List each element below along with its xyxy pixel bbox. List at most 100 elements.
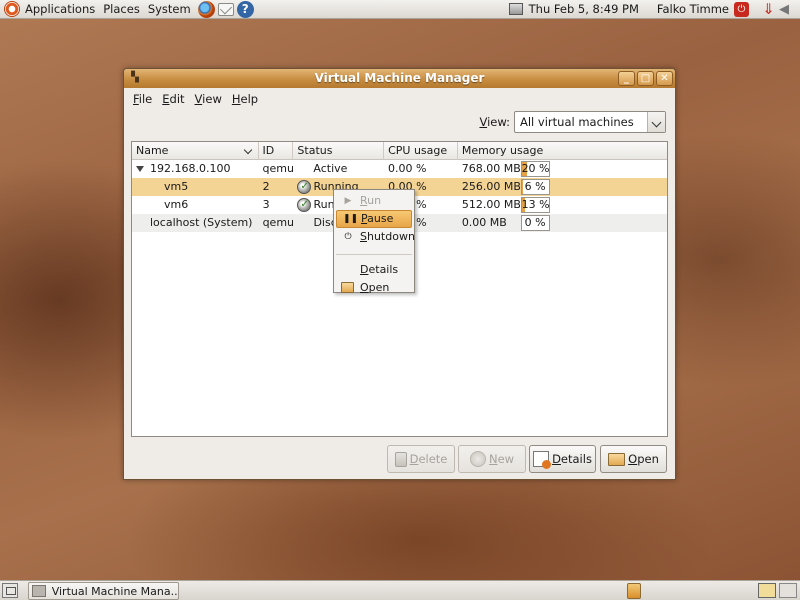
memory-percent: 20 % [521, 162, 550, 175]
context-menu: ▶ Run ❚❚ Pause ⏻ Shutdown Details Open [333, 189, 415, 294]
mail-icon[interactable] [217, 2, 234, 16]
column-memory[interactable]: Memory usage [458, 142, 667, 160]
folder-open-icon [608, 452, 626, 466]
row-cpu: 0.00 % [388, 162, 427, 175]
top-panel: Applications Places System ? Thu Feb 5, … [0, 0, 800, 19]
update-icon[interactable]: ⇓ [761, 1, 776, 17]
power-icon[interactable]: ⏻ [734, 1, 749, 17]
ctx-pause[interactable]: ❚❚ Pause [336, 210, 412, 228]
menu-help[interactable]: Help [227, 92, 263, 106]
open-label: Open [628, 452, 659, 466]
row-status: Active [313, 162, 348, 175]
running-icon [297, 196, 312, 214]
shutdown-icon: ⏻ [344, 232, 352, 242]
system-menu[interactable]: System [147, 2, 198, 16]
details-button[interactable]: Details [529, 445, 596, 473]
ctx-open[interactable]: Open [336, 279, 412, 297]
row-id: qemu [262, 162, 294, 175]
view-select-value: All virtual machines [520, 115, 634, 129]
row-id: qemu [262, 216, 294, 229]
maximize-button[interactable]: □ [637, 71, 654, 86]
expander-icon[interactable] [136, 166, 144, 172]
row-mem-bar-cell: 20 % [520, 160, 667, 178]
folder-open-icon [341, 282, 354, 293]
ctx-details[interactable]: Details [336, 261, 412, 279]
taskbar-vmm-button[interactable]: Virtual Machine Mana... [28, 582, 179, 600]
vmm-app-icon [32, 585, 46, 597]
trash-icon [394, 451, 407, 467]
chevron-down-icon[interactable] [647, 112, 665, 132]
table-header: Name ID Status CPU usage Memory usage [132, 142, 667, 160]
ctx-details-label: Details [360, 263, 399, 276]
volume-icon[interactable]: ◀ [779, 2, 794, 17]
row-name: vm5 [164, 180, 189, 193]
row-id: 2 [262, 180, 270, 193]
bottom-panel: Virtual Machine Mana... [0, 580, 800, 600]
running-icon [297, 178, 312, 196]
memory-bar: 0 % [520, 215, 550, 231]
row-name: localhost (System) [150, 216, 253, 229]
minimize-button[interactable]: _ [618, 71, 635, 86]
details-label: Details [552, 452, 592, 466]
column-status[interactable]: Status [293, 142, 385, 160]
user-name[interactable]: Falko Timme [657, 2, 729, 16]
clock[interactable]: Thu Feb 5, 8:49 PM [529, 2, 639, 16]
pause-icon: ❚❚ [343, 214, 359, 224]
network-icon[interactable] [508, 3, 523, 15]
titlebar[interactable]: ▚ Virtual Machine Manager _ □ ✕ [124, 69, 675, 88]
ctx-run[interactable]: ▶ Run [336, 192, 412, 210]
row-name: 192.168.0.100 [150, 162, 231, 175]
firefox-icon[interactable] [197, 0, 215, 18]
column-id[interactable]: ID [259, 142, 294, 160]
menu-view[interactable]: View [190, 92, 227, 106]
view-select[interactable]: All virtual machines [514, 111, 666, 133]
workspace-2[interactable] [779, 583, 797, 598]
row-mem-bar-cell: 6 % [520, 178, 667, 196]
menu-edit[interactable]: Edit [157, 92, 189, 106]
memory-bar: 6 % [520, 179, 550, 195]
play-icon: ▶ [344, 196, 352, 206]
new-label: New [488, 452, 515, 466]
menubar: File Edit View Help [124, 89, 675, 108]
column-cpu[interactable]: CPU usage [384, 142, 458, 160]
memory-percent: 13 % [521, 198, 550, 211]
memory-percent: 6 % [524, 180, 546, 193]
row-name-cell: 192.168.0.100 [132, 160, 259, 178]
help-icon[interactable]: ? [236, 0, 254, 18]
new-vm-icon [469, 451, 486, 467]
details-icon [533, 451, 552, 469]
menu-file[interactable]: File [128, 92, 157, 106]
trash-icon[interactable] [627, 583, 641, 599]
task-label: Virtual Machine Mana... [51, 584, 178, 598]
new-button[interactable]: New [458, 445, 526, 473]
row-status-cell: Active [293, 160, 384, 178]
row-mem-bar-cell: 13 % [520, 196, 667, 214]
memory-percent: 0 % [524, 216, 546, 229]
memory-bar-fill [521, 180, 524, 194]
row-name: vm6 [164, 198, 189, 211]
row-mem: 512.00 MB [461, 198, 520, 211]
applications-menu[interactable]: Applications [24, 2, 102, 16]
row-mem: 768.00 MB [461, 162, 520, 175]
view-filter: View: All virtual machines [479, 111, 666, 133]
row-mem: 0.00 MB [461, 216, 507, 229]
view-label: View: [479, 115, 510, 129]
workspace-1[interactable] [758, 583, 776, 598]
table-row-host[interactable]: 192.168.0.100 qemu Active 0.00 % 768.00 … [132, 160, 667, 178]
delete-label: Delete [409, 452, 448, 466]
ctx-shutdown[interactable]: ⏻ Shutdown [336, 228, 414, 246]
row-mem: 256.00 MB [461, 180, 520, 193]
memory-bar: 20 % [520, 161, 550, 177]
open-button[interactable]: Open [600, 445, 667, 473]
ctx-open-label: Open [360, 281, 390, 294]
column-name[interactable]: Name [132, 142, 259, 160]
row-mem-bar-cell: 0 % [520, 214, 667, 232]
ctx-run-label: Run [360, 194, 382, 207]
ubuntu-logo-icon[interactable] [4, 1, 20, 17]
close-button[interactable]: ✕ [656, 71, 673, 86]
places-menu[interactable]: Places [102, 2, 147, 16]
window-title: Virtual Machine Manager [314, 71, 485, 85]
ctx-pause-label: Pause [361, 212, 394, 225]
show-desktop-icon[interactable] [2, 583, 18, 598]
delete-button[interactable]: Delete [387, 445, 455, 473]
